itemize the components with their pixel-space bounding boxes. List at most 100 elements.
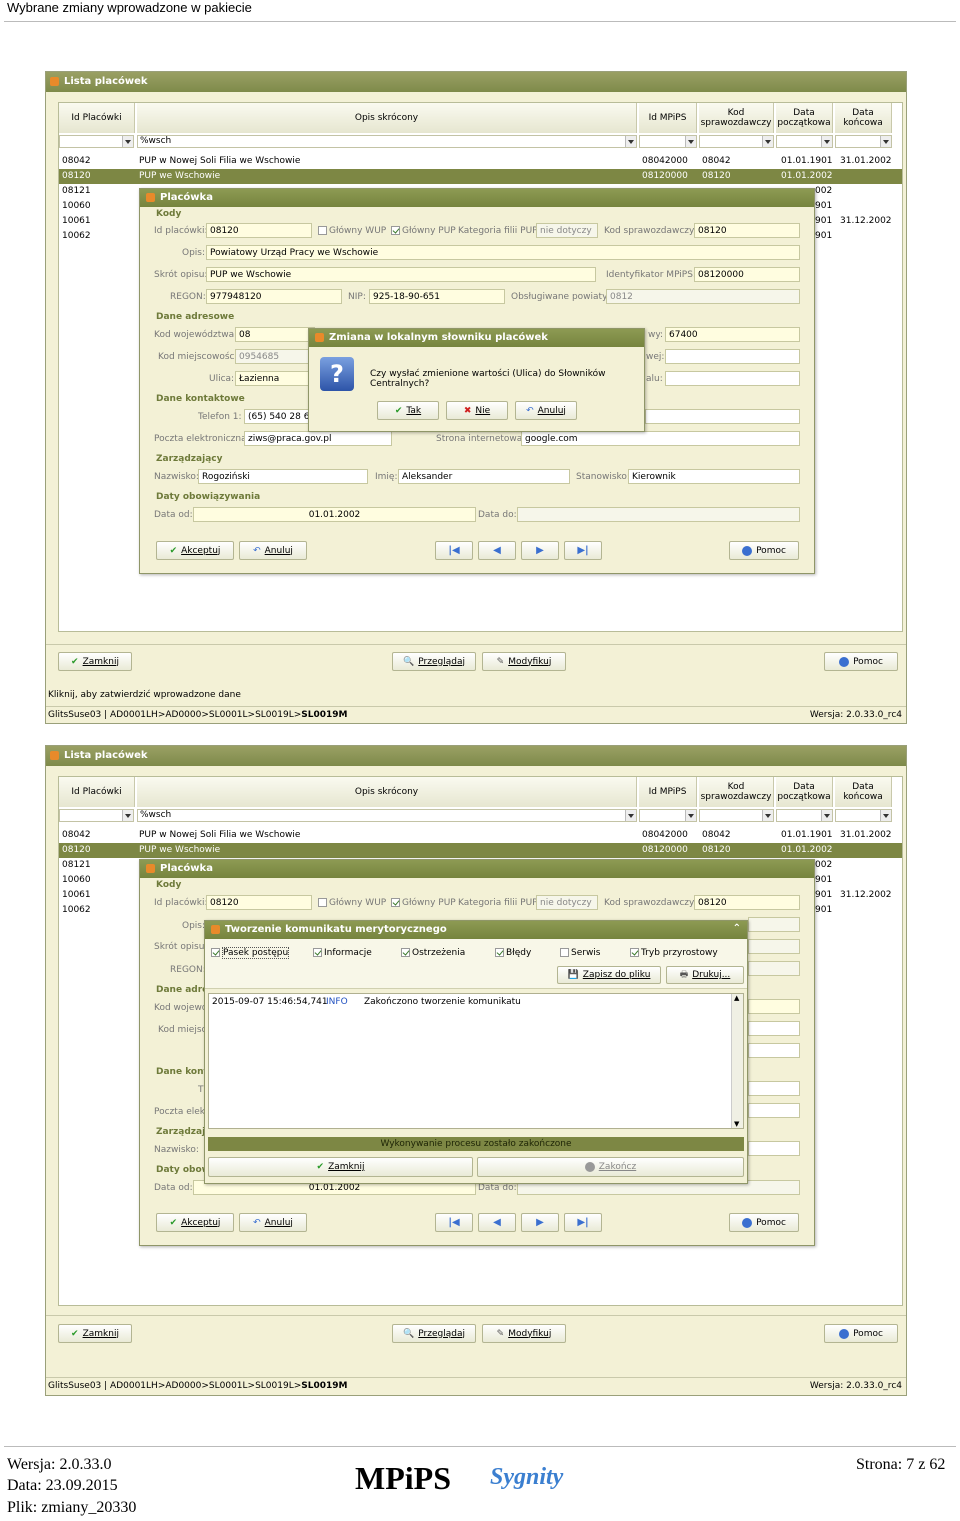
anuluj-button[interactable]: ↶ Anuluj — [239, 1213, 307, 1232]
col-header-id[interactable]: Id Placówki — [59, 777, 135, 807]
filter-opis[interactable]: %wsch — [137, 135, 637, 148]
ulica-field[interactable]: Łazienna — [235, 371, 315, 386]
id-placowki-field[interactable]: 08120 — [206, 895, 312, 910]
kategoria-select[interactable]: nie dotyczy — [536, 223, 598, 238]
modyfikuj-button[interactable]: ✎ Modyfikuj — [482, 652, 566, 671]
chevron-down-icon[interactable] — [762, 136, 773, 147]
first-record-button[interactable]: |◀ — [435, 1213, 473, 1232]
glowny-pup-checkbox[interactable]: Główny PUP — [391, 226, 456, 236]
last-record-button[interactable]: ▶| — [564, 1213, 602, 1232]
alu-field-end[interactable] — [748, 1043, 800, 1058]
col-header-mpips[interactable]: Id MPiPS — [639, 777, 697, 807]
powiaty-field[interactable]: 0812 — [606, 289, 800, 304]
filter-do[interactable] — [835, 809, 892, 822]
filter-do[interactable] — [835, 135, 892, 148]
table-row-selected[interactable]: 08120 PUP we Wschowie 08120000 08120 01.01.2… — [59, 169, 902, 184]
filter-id[interactable] — [59, 809, 134, 822]
data-od-field[interactable]: 01.01.2002 — [193, 507, 476, 522]
przegladaj-button[interactable]: 🔍 Przeglądaj — [392, 1324, 476, 1343]
filter-id[interactable] — [59, 135, 134, 148]
telefon2-field-end[interactable] — [748, 1081, 800, 1096]
alu-field[interactable] — [665, 371, 800, 386]
col-header-id[interactable]: Id Placówki — [59, 103, 135, 133]
zamknij-button[interactable]: ✔ Zamknij — [58, 652, 132, 671]
opt-informacje-checkbox[interactable]: Informacje — [313, 948, 372, 958]
col-header-od[interactable]: Data początkowa — [776, 777, 833, 807]
col-header-opis[interactable]: Opis skrócony — [137, 103, 637, 133]
opt-bledy-checkbox[interactable]: Błędy — [495, 948, 531, 958]
table-row[interactable]: 08042 PUP w Nowej Soli Filia we Wschowie 0… — [59, 154, 902, 169]
table-row[interactable]: 08042 PUP w Nowej Soli Filia we Wschowie 0… — [59, 828, 902, 843]
col-header-opis[interactable]: Opis skrócony — [137, 777, 637, 807]
last-record-button[interactable]: ▶| — [564, 541, 602, 560]
scroll-up-icon[interactable]: ▲ — [734, 994, 739, 1002]
tak-button[interactable]: ✔ Tak — [377, 401, 439, 420]
przegladaj-button[interactable]: 🔍 Przeglądaj — [392, 652, 476, 671]
identyfikator-mpips-field[interactable]: 08120000 — [694, 267, 800, 282]
chevron-down-icon[interactable] — [685, 810, 696, 821]
kod-miejscowosci-field[interactable]: 0954685 — [235, 349, 315, 364]
log-area[interactable]: 2015-09-07 15:46:54,741 INFO Zakończono … — [208, 993, 744, 1129]
stanowisko-field-end[interactable] — [748, 1141, 800, 1156]
telefon2-field[interactable] — [645, 409, 800, 424]
drukuj-button[interactable]: 🖶 Drukuj... — [666, 966, 744, 984]
filter-od[interactable] — [776, 809, 833, 822]
filter-mpips[interactable] — [639, 809, 697, 822]
kod-wojewodztwa-field[interactable]: 08 — [235, 327, 315, 342]
col-header-do[interactable]: Data końcowa — [835, 103, 892, 133]
opt-tryb-checkbox[interactable]: Tryb przyrostowy — [630, 948, 718, 958]
glowny-wup-checkbox[interactable]: Główny WUP — [318, 898, 386, 908]
glowny-pup-checkbox[interactable]: Główny PUP — [391, 898, 456, 908]
scroll-down-icon[interactable]: ▼ — [734, 1120, 739, 1128]
zakoncz-button[interactable]: Zakończ — [477, 1157, 744, 1177]
chevron-down-icon[interactable] — [821, 136, 832, 147]
www-field[interactable]: google.com — [521, 431, 800, 446]
komunikat-zamknij-button[interactable]: ✔ Zamknij — [208, 1157, 473, 1177]
prev-record-button[interactable]: ◀ — [478, 1213, 516, 1232]
akceptuj-button[interactable]: ✔ Akceptuj — [156, 1213, 234, 1232]
wej-field-end[interactable] — [748, 1021, 800, 1036]
id-placowki-field[interactable]: 08120 — [206, 223, 312, 238]
filter-mpips[interactable] — [639, 135, 697, 148]
wej-field[interactable] — [665, 349, 800, 364]
table-row-selected[interactable]: 08120 PUP we Wschowie 08120000 08120 01.01.2… — [59, 843, 902, 858]
next-record-button[interactable]: ▶ — [521, 541, 559, 560]
nie-button[interactable]: ✖ Nie — [446, 401, 508, 420]
anuluj-button[interactable]: ↶ Anuluj — [239, 541, 307, 560]
chevron-down-icon[interactable] — [685, 136, 696, 147]
chevron-down-icon[interactable] — [122, 810, 133, 821]
data-do-field[interactable] — [517, 507, 800, 522]
opt-pasek-checkbox[interactable]: Pasek postępu — [211, 947, 290, 959]
kod-pocztowy-field[interactable]: 67400 — [665, 327, 800, 342]
chevron-down-icon[interactable] — [122, 136, 133, 147]
chevron-down-icon[interactable] — [762, 810, 773, 821]
chevron-down-icon[interactable] — [880, 136, 891, 147]
main-pomoc-button[interactable]: Pomoc — [824, 652, 898, 671]
regon-field-end[interactable] — [748, 961, 800, 976]
col-header-do[interactable]: Data końcowa — [835, 777, 892, 807]
email-field[interactable]: ziws@praca.gov.pl — [244, 431, 392, 446]
log-scrollbar[interactable]: ▲ ▼ — [731, 994, 743, 1128]
opt-serwis-checkbox[interactable]: Serwis — [560, 948, 601, 958]
kategoria-select[interactable]: nie dotyczy — [536, 895, 598, 910]
kod-pocztowy-field-end[interactable] — [748, 999, 800, 1014]
filter-kod[interactable] — [699, 809, 774, 822]
main-pomoc-button[interactable]: Pomoc — [824, 1324, 898, 1343]
pomoc-button[interactable]: Pomoc — [729, 541, 799, 560]
chevron-down-icon[interactable] — [821, 810, 832, 821]
confirm-anuluj-button[interactable]: ↶ Anuluj — [515, 401, 577, 420]
filter-kod[interactable] — [699, 135, 774, 148]
col-header-od[interactable]: Data początkowa — [776, 103, 833, 133]
nip-field[interactable]: 925-18-90-651 — [369, 289, 505, 304]
col-header-mpips[interactable]: Id MPiPS — [639, 103, 697, 133]
chevron-down-icon[interactable] — [880, 810, 891, 821]
glowny-wup-checkbox[interactable]: Główny WUP — [318, 226, 386, 236]
telefon-field[interactable]: (65) 540 28 68 — [244, 409, 314, 424]
www-field-end[interactable] — [748, 1103, 800, 1118]
nazwisko-field[interactable]: Rogoziński — [198, 469, 368, 484]
kod-sprawozdawczy-field[interactable]: 08120 — [694, 223, 800, 238]
akceptuj-button[interactable]: ✔ Akceptuj — [156, 541, 234, 560]
skrot-opisu-field[interactable]: PUP we Wschowie — [206, 267, 596, 282]
opt-ostrzezenia-checkbox[interactable]: Ostrzeżenia — [401, 948, 465, 958]
opis-field[interactable]: Powiatowy Urząd Pracy we Wschowie — [206, 245, 800, 260]
